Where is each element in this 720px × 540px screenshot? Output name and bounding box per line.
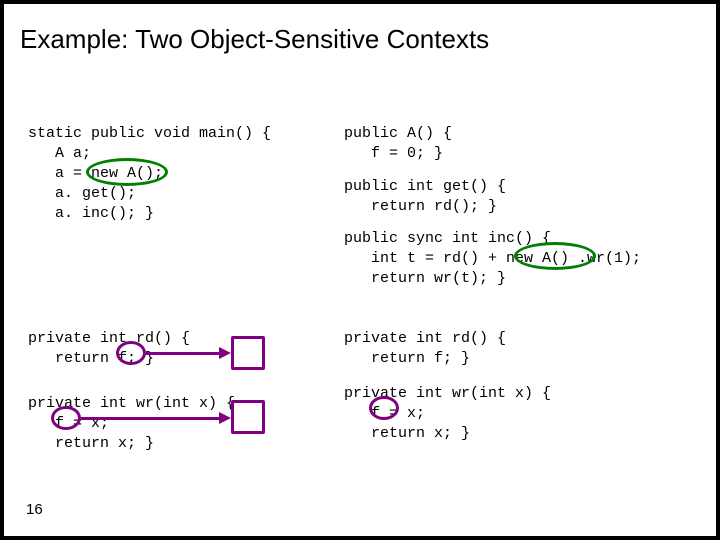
arrow-rd-head: [219, 347, 231, 359]
arrow-wr-line: [81, 417, 219, 420]
oval-f-wr-right: [369, 396, 399, 420]
slide-title: Example: Two Object-Sensitive Contexts: [20, 24, 489, 55]
code-constructor: public A() { f = 0; }: [344, 124, 452, 164]
code-get: public int get() { return rd(); }: [344, 177, 506, 217]
arrow-wr-head: [219, 412, 231, 424]
code-inc: public sync int inc() { int t = rd() + n…: [344, 229, 641, 289]
oval-newA-right: [514, 242, 596, 270]
rect-lower: [231, 400, 265, 434]
rect-upper: [231, 336, 265, 370]
oval-f-rd: [116, 341, 146, 365]
oval-f-wr-left: [51, 406, 81, 430]
code-left-rd: private int rd() { return f; }: [28, 329, 190, 369]
code-right-rd: private int rd() { return f; }: [344, 329, 506, 369]
arrow-rd-line: [146, 352, 219, 355]
slide: Example: Two Object-Sensitive Contexts s…: [4, 4, 716, 536]
slide-number: 16: [26, 501, 43, 518]
oval-newA-left: [86, 158, 168, 186]
